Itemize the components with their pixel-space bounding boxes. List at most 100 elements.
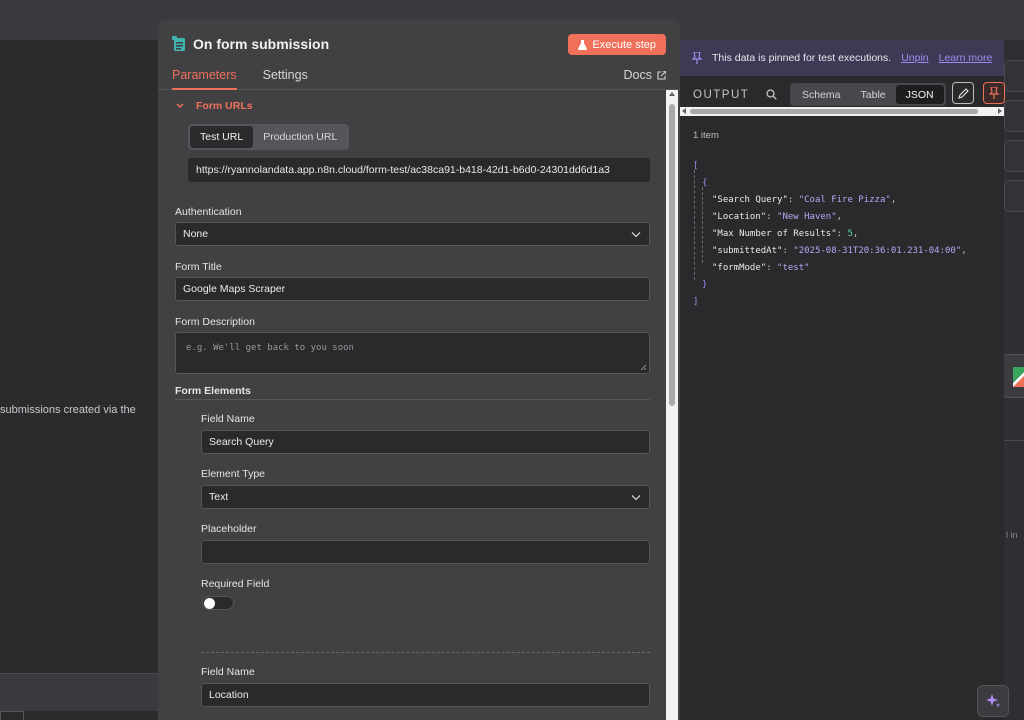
chevron-down-icon xyxy=(631,495,641,501)
production-url-tab[interactable]: Production URL xyxy=(253,126,347,148)
output-view-switch: Schema Table JSON xyxy=(790,83,946,106)
view-schema-tab[interactable]: Schema xyxy=(792,85,851,104)
node-flag-icon xyxy=(1013,367,1024,387)
json-close-object: } xyxy=(702,280,708,290)
json-value: "2025-08-31T20:36:01.231-04:00" xyxy=(793,246,962,256)
form-icon xyxy=(172,36,185,51)
execute-step-button[interactable]: Execute step xyxy=(568,34,666,55)
test-url-tab[interactable]: Test URL xyxy=(190,126,254,148)
docs-label: Docs xyxy=(623,68,652,82)
search-icon[interactable] xyxy=(766,89,777,100)
json-entry: "submittedAt": "2025-08-31T20:36:01.231-… xyxy=(712,246,967,256)
form-title-input[interactable]: Google Maps Scraper xyxy=(175,277,650,301)
form-description-input[interactable]: e.g. We'll get back to you soon xyxy=(175,332,650,374)
learn-more-link[interactable]: Learn more xyxy=(939,52,993,64)
panel-tabs: Parameters Settings Docs xyxy=(158,68,680,90)
json-entry: "Location": "New Haven", xyxy=(712,212,843,222)
json-close-array: ] xyxy=(693,297,699,307)
canvas-right-text: l in xyxy=(1006,530,1018,540)
output-horizontal-scrollbar[interactable] xyxy=(680,107,1004,116)
form-elements-label: Form Elements xyxy=(175,385,251,397)
sparkle-icon xyxy=(986,694,1000,707)
pinned-data-banner: This data is pinned for test executions.… xyxy=(680,40,1004,76)
json-entry: "formMode": "test" xyxy=(712,263,810,273)
json-key: "submittedAt" xyxy=(712,246,783,256)
panel-scrollbar[interactable] xyxy=(666,90,678,720)
form-elements-divider xyxy=(175,399,650,400)
json-value: "test" xyxy=(777,263,810,273)
placeholder-label: Placeholder xyxy=(201,523,257,535)
panel-header: On form submission Execute step xyxy=(158,20,680,68)
element-separator xyxy=(201,652,650,653)
canvas-right-node[interactable] xyxy=(1002,354,1024,398)
url-type-switch: Test URL Production URL xyxy=(188,124,350,150)
form-url-value[interactable]: https://ryannolandata.app.n8n.cloud/form… xyxy=(188,158,650,182)
json-open-object: { xyxy=(702,178,708,188)
element-type-select[interactable]: Text xyxy=(201,485,650,509)
field-name-label: Field Name xyxy=(201,413,255,425)
ai-assistant-button[interactable] xyxy=(977,685,1009,717)
view-table-tab[interactable]: Table xyxy=(851,85,896,104)
element-type-value: Text xyxy=(209,491,229,503)
json-key: "formMode" xyxy=(712,263,767,273)
pencil-icon xyxy=(957,87,969,99)
parameters-scroll-area: Form URLs Test URL Production URL https:… xyxy=(158,90,680,720)
canvas-right-cards xyxy=(1004,60,1024,220)
placeholder-input[interactable] xyxy=(201,540,650,564)
authentication-label: Authentication xyxy=(175,206,242,218)
canvas-divider xyxy=(1004,440,1024,441)
field-name-input-2[interactable]: Location xyxy=(201,683,650,707)
json-open-array: [ xyxy=(693,161,699,171)
toggle-knob xyxy=(204,598,215,609)
external-link-icon xyxy=(657,70,666,80)
canvas-left-region xyxy=(0,40,160,720)
form-title-label: Form Title xyxy=(175,261,222,273)
canvas-bottom-tab xyxy=(0,711,24,720)
chevron-down-icon xyxy=(176,103,184,109)
json-key: "Location" xyxy=(712,212,767,222)
required-field-toggle[interactable] xyxy=(202,596,234,610)
required-field-label: Required Field xyxy=(201,578,270,590)
node-title: On form submission xyxy=(193,36,330,52)
form-description-label: Form Description xyxy=(175,316,255,328)
json-value: "Coal Fire Pizza" xyxy=(798,195,891,205)
field-name-input[interactable]: Search Query xyxy=(201,430,650,454)
json-key: "Search Query" xyxy=(712,195,788,205)
item-count: 1 item xyxy=(693,130,719,141)
json-value: "New Haven" xyxy=(777,212,837,222)
json-entry: "Search Query": "Coal Fire Pizza", xyxy=(712,195,897,205)
view-json-tab[interactable]: JSON xyxy=(895,85,944,104)
json-output: [ { "Search Query": "Coal Fire Pizza", "L… xyxy=(693,158,967,311)
canvas-bottom-bar xyxy=(0,673,160,711)
resize-handle-icon[interactable] xyxy=(640,364,647,371)
tab-settings[interactable]: Settings xyxy=(263,68,308,90)
element-type-label: Element Type xyxy=(201,468,266,480)
chevron-down-icon xyxy=(631,232,641,238)
flask-icon xyxy=(578,39,588,50)
docs-link[interactable]: Docs xyxy=(624,68,666,82)
canvas-background-text: submissions created via the xyxy=(0,404,136,416)
output-title: OUTPUT xyxy=(693,89,750,101)
scroll-left-arrow-icon[interactable] xyxy=(682,108,686,114)
json-key: "Max Number of Results" xyxy=(712,229,837,239)
scrollbar-thumb[interactable] xyxy=(669,104,675,406)
pin-output-button[interactable] xyxy=(983,82,1005,104)
pin-icon xyxy=(692,52,702,64)
json-entry: "Max Number of Results": 5, xyxy=(712,229,859,239)
authentication-select[interactable]: None xyxy=(175,222,650,246)
scroll-right-arrow-icon[interactable] xyxy=(998,108,1002,114)
node-settings-panel: On form submission Execute step Paramete… xyxy=(158,20,680,720)
pinned-message: This data is pinned for test executions. xyxy=(712,52,892,64)
scroll-up-arrow-icon[interactable] xyxy=(669,92,675,96)
edit-output-button[interactable] xyxy=(952,82,974,104)
scrollbar-thumb[interactable] xyxy=(690,109,978,114)
form-description-placeholder: e.g. We'll get back to you soon xyxy=(186,343,354,353)
output-panel: This data is pinned for test executions.… xyxy=(680,40,1005,720)
authentication-value: None xyxy=(183,228,209,240)
pin-icon xyxy=(989,87,999,99)
form-urls-toggle[interactable]: Form URLs xyxy=(176,100,253,112)
tab-parameters[interactable]: Parameters xyxy=(172,68,237,90)
form-urls-heading: Form URLs xyxy=(196,100,253,112)
unpin-link[interactable]: Unpin xyxy=(901,52,928,64)
field-name-label-2: Field Name xyxy=(201,666,255,678)
